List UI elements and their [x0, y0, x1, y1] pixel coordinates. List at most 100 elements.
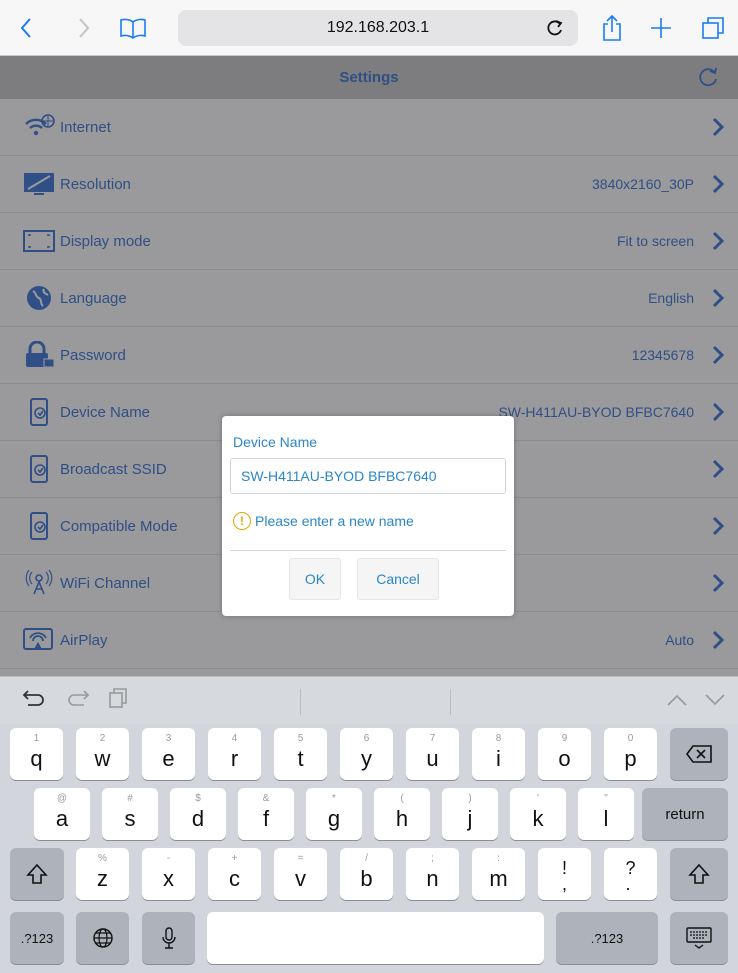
dialog-warning: ! Please enter a new name: [233, 512, 414, 530]
undo-icon[interactable]: [22, 687, 46, 713]
chevron-down-icon[interactable]: [704, 687, 726, 713]
return-key[interactable]: return: [642, 788, 728, 840]
shift-key-right[interactable]: [670, 848, 728, 900]
chevron-right-icon: [710, 345, 726, 365]
key[interactable]: & f: [238, 788, 294, 840]
ok-button[interactable]: OK: [289, 558, 341, 600]
row-label: Resolution: [60, 175, 131, 193]
shift-icon: [26, 863, 48, 884]
page-title: Settings: [339, 69, 399, 86]
key[interactable]: * g: [306, 788, 362, 840]
key[interactable]: # s: [102, 788, 158, 840]
redo-icon[interactable]: [66, 687, 90, 713]
row-label: Language: [60, 289, 127, 307]
globe-key[interactable]: [76, 912, 129, 964]
cancel-button[interactable]: Cancel: [357, 558, 439, 600]
url-bar[interactable]: 192.168.203.1: [178, 10, 578, 46]
device-icon: [22, 455, 56, 483]
device-icon: [22, 398, 56, 426]
chevron-right-icon: [710, 402, 726, 422]
key[interactable]: ) j: [442, 788, 498, 840]
chevron-right-icon: [710, 516, 726, 536]
settings-row-display-mode[interactable]: Display mode Fit to screen: [0, 213, 738, 270]
row-label: Password: [60, 346, 126, 364]
row-value: 3840x2160_30P: [592, 176, 694, 192]
paste-icon[interactable]: [108, 687, 128, 715]
row-label: AirPlay: [60, 631, 108, 649]
key[interactable]: 2w: [76, 728, 129, 780]
microphone-icon: [161, 927, 176, 949]
key[interactable]: 8i: [472, 728, 525, 780]
key[interactable]: 9o: [538, 728, 591, 780]
key[interactable]: 7u: [406, 728, 459, 780]
key[interactable]: / b: [340, 848, 393, 900]
hide-keyboard-key[interactable]: [670, 912, 728, 964]
chevron-right-icon: [710, 117, 726, 137]
key[interactable]: 3e: [142, 728, 195, 780]
bar-divider: [300, 689, 301, 715]
chevron-up-icon[interactable]: [666, 687, 688, 713]
fit-screen-icon: [22, 227, 56, 255]
key[interactable]: :m: [472, 848, 525, 900]
keyboard-shortcut-bar: [0, 676, 738, 724]
key[interactable]: @ a: [34, 788, 90, 840]
chevron-right-icon: [710, 459, 726, 479]
dictation-key[interactable]: [142, 912, 195, 964]
numbers-key-right[interactable]: .?123: [556, 912, 658, 964]
key[interactable]: (h: [374, 788, 430, 840]
settings-row-language[interactable]: Language English: [0, 270, 738, 327]
key-exclaim-comma[interactable]: ! ,: [538, 848, 591, 900]
chevron-right-icon: [710, 174, 726, 194]
reload-icon[interactable]: [546, 18, 564, 44]
device-name-input[interactable]: [230, 458, 506, 494]
key[interactable]: -x: [142, 848, 195, 900]
warning-icon: !: [233, 512, 251, 530]
row-label: Internet: [60, 118, 111, 136]
key[interactable]: ; n: [406, 848, 459, 900]
tabs-icon[interactable]: [700, 12, 726, 44]
backspace-key[interactable]: [670, 728, 728, 780]
settings-row-resolution[interactable]: Resolution 3840x2160_30P: [0, 156, 738, 213]
key[interactable]: " l: [578, 788, 634, 840]
shift-icon: [688, 863, 710, 884]
forward-chevron-icon[interactable]: [72, 12, 96, 44]
numbers-key-left[interactable]: .?123: [10, 912, 64, 964]
key[interactable]: ' k: [510, 788, 566, 840]
refresh-icon[interactable]: [696, 65, 720, 89]
row-label: Broadcast SSID: [60, 460, 167, 478]
key[interactable]: 1q: [10, 728, 63, 780]
key[interactable]: + c: [208, 848, 261, 900]
row-label: WiFi Channel: [60, 574, 151, 592]
row-value: SW-H411AU-BYOD BFBC7640: [498, 404, 694, 420]
key[interactable]: = v: [274, 848, 327, 900]
chevron-right-icon: [710, 231, 726, 251]
share-icon[interactable]: [600, 12, 624, 44]
key[interactable]: 4r: [208, 728, 261, 780]
key[interactable]: 5t: [274, 728, 327, 780]
key[interactable]: 0p: [604, 728, 657, 780]
row-label: Compatible Mode: [60, 517, 178, 535]
row-value: English: [648, 290, 694, 306]
backspace-icon: [686, 745, 712, 763]
key[interactable]: $ d: [170, 788, 226, 840]
on-screen-keyboard: 1q 2w 3e 4r 5t 6y 7u 8i 9o 0p @ a # s $ d &…: [0, 724, 738, 973]
plus-icon[interactable]: [648, 12, 674, 44]
settings-row-airplay[interactable]: AirPlay Auto: [0, 612, 738, 669]
chevron-right-icon: [710, 288, 726, 308]
settings-row-internet[interactable]: Internet: [0, 99, 738, 156]
key-question-period[interactable]: ? .: [604, 848, 657, 900]
dialog-title: Device Name: [233, 434, 318, 450]
browser-toolbar: 192.168.203.1: [0, 0, 738, 56]
key[interactable]: % z: [76, 848, 129, 900]
globe-icon: [92, 928, 113, 948]
back-chevron-icon[interactable]: [14, 12, 38, 44]
space-key[interactable]: [207, 912, 544, 964]
lock-icon: [22, 341, 56, 369]
keyboard-hide-icon: [686, 927, 712, 949]
book-icon[interactable]: [118, 12, 148, 44]
row-value: Auto: [665, 632, 694, 648]
shift-key-left[interactable]: [10, 848, 64, 900]
settings-row-password[interactable]: Password 12345678: [0, 327, 738, 384]
wifi-person-icon: [22, 569, 56, 597]
key[interactable]: 6y: [340, 728, 393, 780]
